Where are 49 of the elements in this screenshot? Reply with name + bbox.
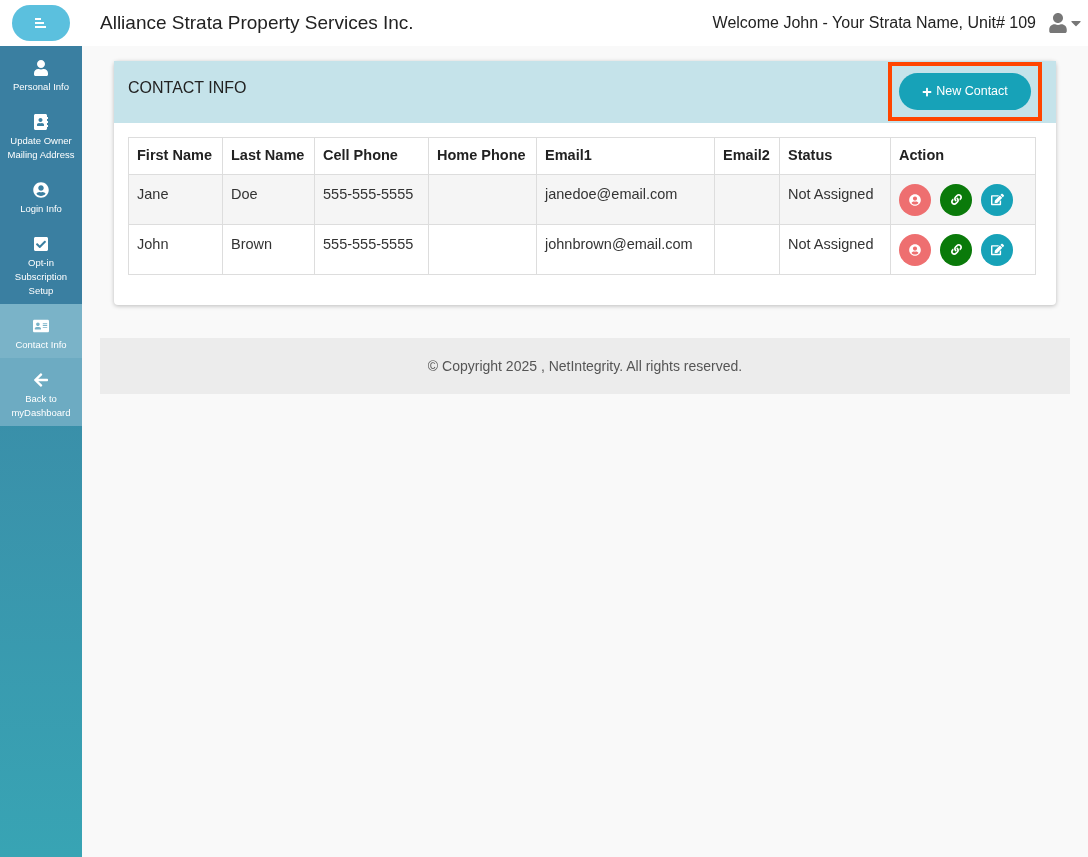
new-contact-button[interactable]: New Contact [899,73,1031,110]
link-button[interactable] [940,183,972,216]
panel-title: CONTACT INFO [128,78,247,98]
sidebar-item[interactable]: Login Info [0,168,82,222]
copyright-text: © Copyright 2025 , NetIntegrity. All rights reserved. [427,356,743,376]
column-header: Action [890,137,1036,175]
column-header: Status [779,137,891,175]
user-menu-button[interactable] [1048,13,1084,33]
user-icon [33,60,49,76]
link-icon [950,194,962,205]
column-header: Email1 [536,137,715,175]
column-header: Home Phone [428,137,537,175]
checkbox-icon [33,236,49,252]
menu-button[interactable] [12,5,70,41]
address-book-icon [33,114,49,130]
company-name: Alliance Strata Property Services Inc. [100,10,414,35]
user-icon [1048,13,1068,33]
table-cell: janedoe@email.com [536,174,715,225]
link-button[interactable] [940,233,972,266]
table-cell: Brown [222,224,315,275]
table-cell: 555-555-5555 [314,174,429,225]
table-cell: Doe [222,174,315,225]
table-cell: John [128,224,223,275]
column-header: Last Name [222,137,315,175]
user-action-button[interactable] [899,183,931,216]
user-action-button[interactable] [899,233,931,266]
table-cell: 555-555-5555 [314,224,429,275]
arrow-left-icon [33,372,49,388]
sidebar-item[interactable]: Contact Info [0,304,82,358]
table-cell: Not Assigned [779,174,891,225]
column-header: Email2 [714,137,780,175]
plus-icon [922,86,933,97]
id-card-icon [33,318,49,334]
table-cell: johnbrown@email.com [536,224,715,275]
column-header: First Name [128,137,223,175]
sidebar-item[interactable]: Opt-in Subscription Setup [0,222,82,304]
table-cell: Jane [128,174,223,225]
table-cell [714,174,780,225]
edit-icon [990,193,1004,206]
link-icon [950,244,962,255]
table-cell [714,224,780,275]
edit-button[interactable] [981,233,1013,266]
column-header: Cell Phone [314,137,429,175]
sidebar-item[interactable]: Back to myDashboard [0,358,82,426]
welcome-text: Welcome John - Your Strata Name, Unit# 109 [712,13,1036,33]
menu-icon [35,17,47,29]
edit-icon [990,243,1004,256]
table-cell: Not Assigned [779,224,891,275]
edit-button[interactable] [981,183,1013,216]
